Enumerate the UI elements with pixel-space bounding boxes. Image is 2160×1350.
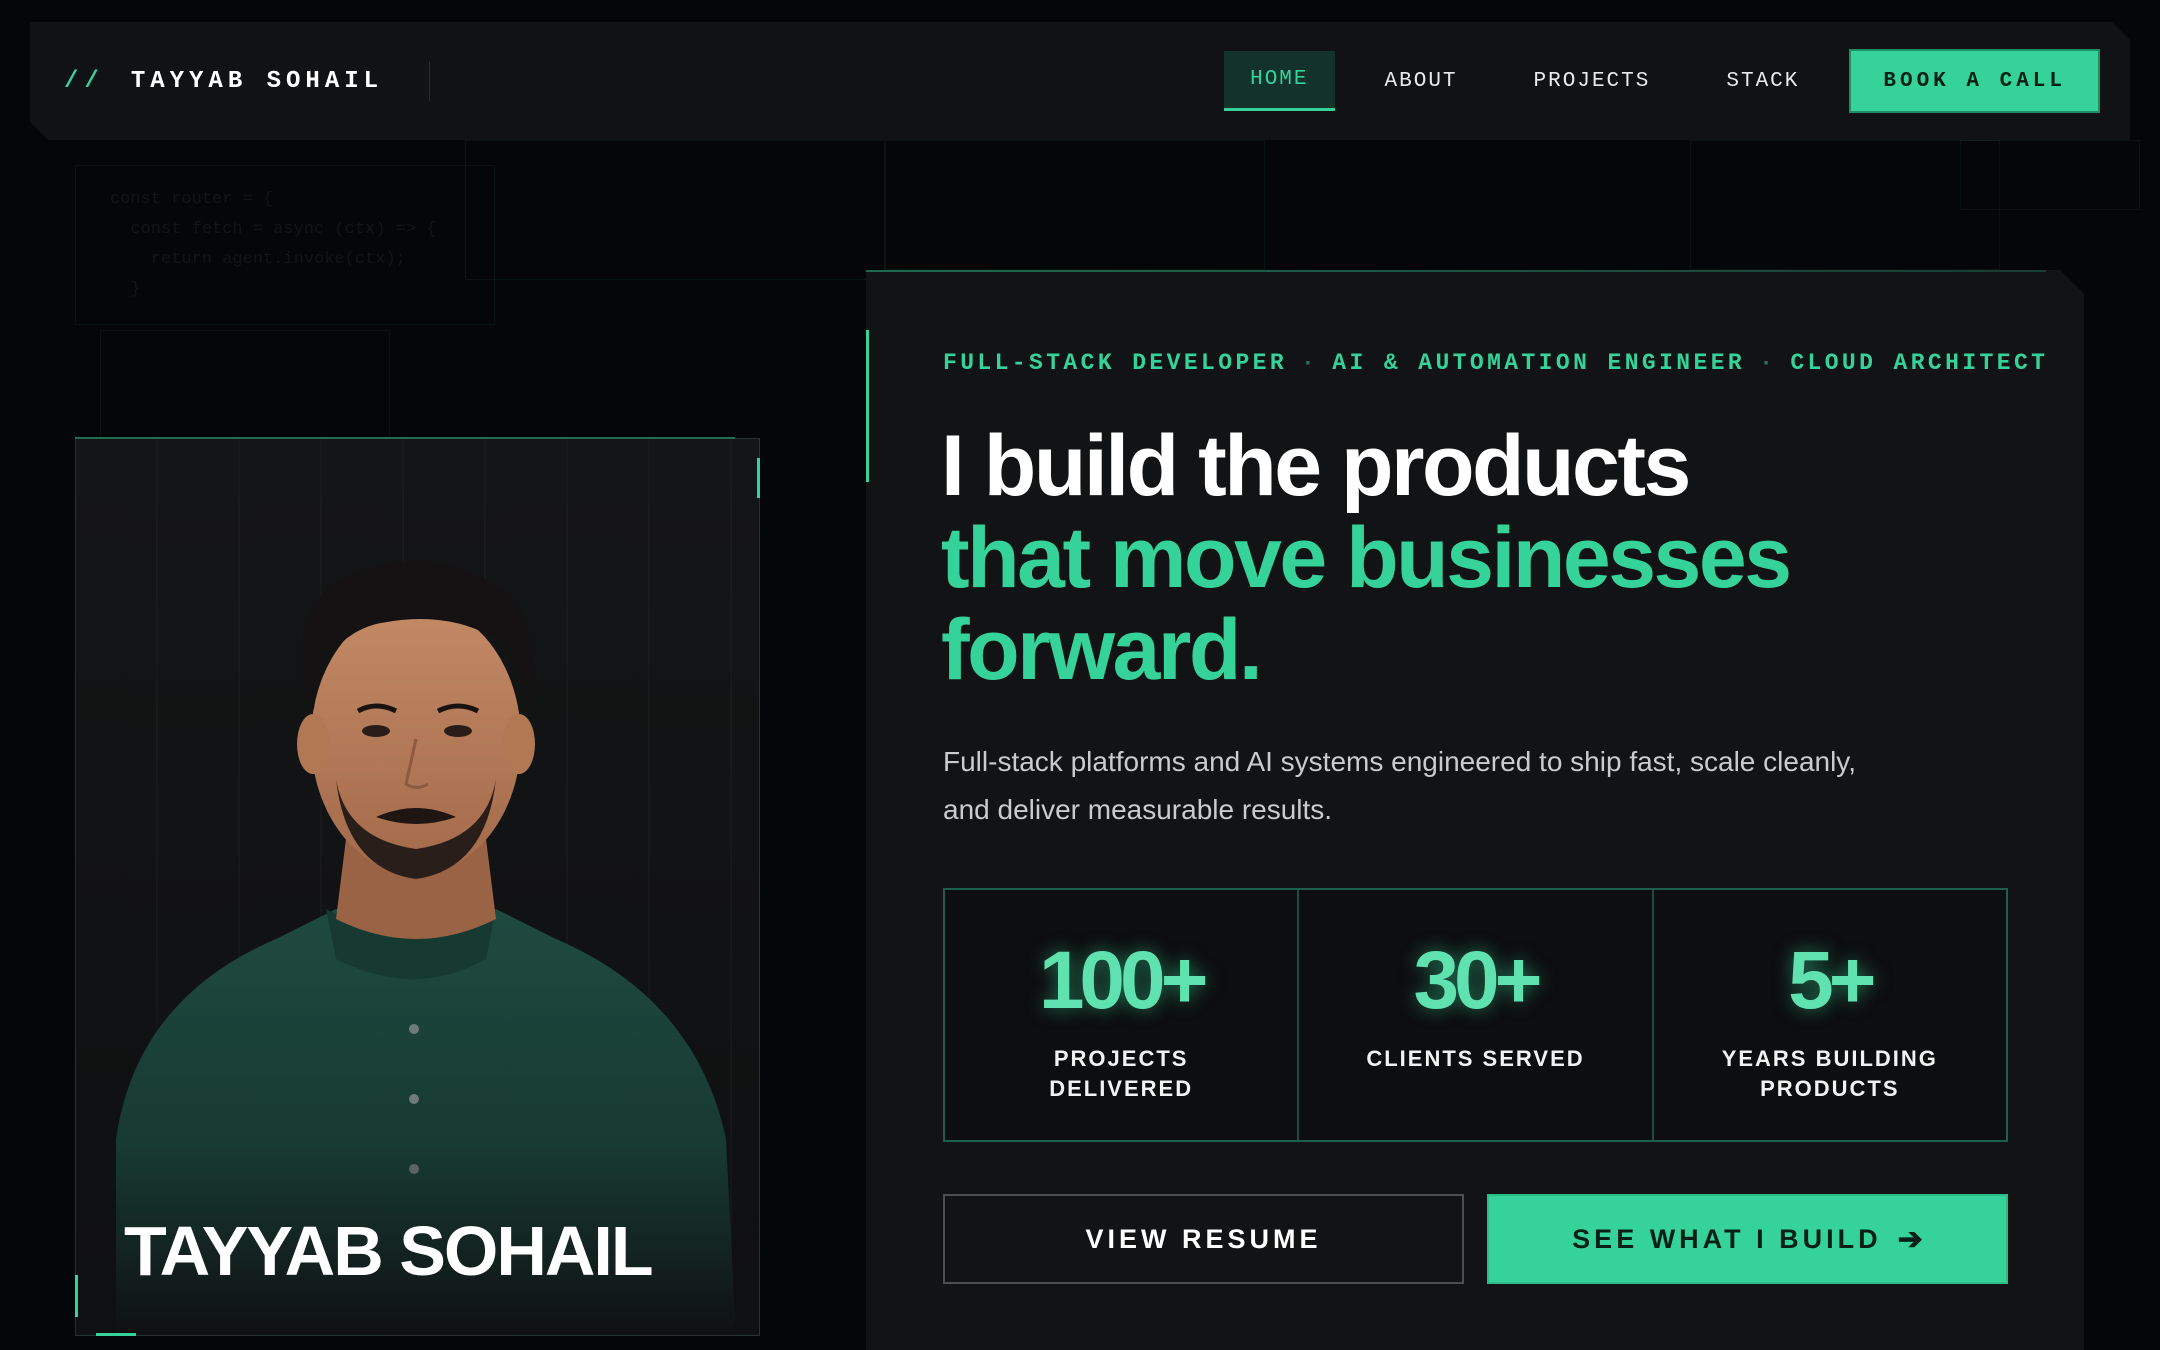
avatar (116, 561, 736, 1335)
nav-link-stack[interactable]: STACK (1700, 51, 1825, 111)
portrait-bottom-accent (96, 1333, 136, 1336)
arrow-right-icon: ➔ (1897, 1222, 1923, 1256)
stat-years: 5+ YEARS BUILDING PRODUCTS (1654, 890, 2006, 1140)
nav-link-projects[interactable]: PROJECTS (1508, 51, 1677, 111)
stat-value: 5+ (1788, 935, 1876, 1026)
stat-projects: 100+ PROJECTS DELIVERED (945, 890, 1300, 1140)
book-a-call-button[interactable]: BOOK A CALL (1849, 49, 2100, 113)
stats-panel: 100+ PROJECTS DELIVERED 30+ CLIENTS SERV… (943, 888, 2008, 1142)
hero-headline: I build the products that move businesse… (941, 418, 1792, 698)
stat-value: 100+ (1038, 935, 1209, 1026)
role-separator: · (1301, 350, 1319, 376)
brand-slashes: // (64, 67, 105, 95)
role-fullstack: FULL-STACK DEVELOPER (943, 350, 1288, 376)
role-cloud: CLOUD ARCHITECT (1790, 350, 2049, 376)
portrait-right-accent (757, 458, 760, 498)
top-navbar: // TAYYAB SOHAIL HOME ABOUT PROJECTS STA… (30, 22, 2130, 140)
see-what-i-build-label: SEE WHAT I BUILD (1572, 1223, 1882, 1254)
portrait-card: TAYYAB SOHAIL (75, 438, 760, 1336)
stat-value: 30+ (1413, 935, 1542, 1026)
portrait-left-accent (75, 1275, 78, 1317)
portrait-top-border (75, 437, 735, 439)
headline-line-2: that move businesses (941, 510, 1792, 606)
portrait-name: TAYYAB SOHAIL (124, 1212, 654, 1290)
hero-subtitle: Full-stack platforms and AI systems engi… (943, 746, 1857, 825)
headline-line-1: I build the products (941, 418, 1691, 514)
role-ai: AI & AUTOMATION ENGINEER (1332, 350, 1746, 376)
stat-label: YEARS BUILDING PRODUCTS (1721, 1046, 1938, 1101)
headline-line-3: forward. (941, 602, 1263, 698)
stat-clients: 30+ CLIENTS SERVED (1299, 890, 1654, 1140)
brand-name: TAYYAB SOHAIL (130, 67, 384, 95)
stat-label: CLIENTS SERVED (1366, 1046, 1585, 1071)
role-separator: · (1759, 350, 1777, 376)
hero-top-border (866, 270, 2046, 272)
view-resume-button[interactable]: VIEW RESUME (943, 1194, 1464, 1284)
brand-logo[interactable]: // TAYYAB SOHAIL (30, 61, 431, 101)
see-what-i-build-button[interactable]: SEE WHAT I BUILD ➔ (1487, 1194, 2008, 1284)
hero-left-accent (866, 330, 869, 482)
role-tagline: FULL-STACK DEVELOPER · AI & AUTOMATION ENG… (943, 350, 2048, 376)
stat-label: PROJECTS DELIVERED (1049, 1046, 1194, 1101)
nav-links: HOME ABOUT PROJECTS STACK BOOK A CALL (1224, 49, 2100, 113)
nav-link-home[interactable]: HOME (1224, 51, 1335, 111)
nav-link-about[interactable]: ABOUT (1359, 51, 1484, 111)
